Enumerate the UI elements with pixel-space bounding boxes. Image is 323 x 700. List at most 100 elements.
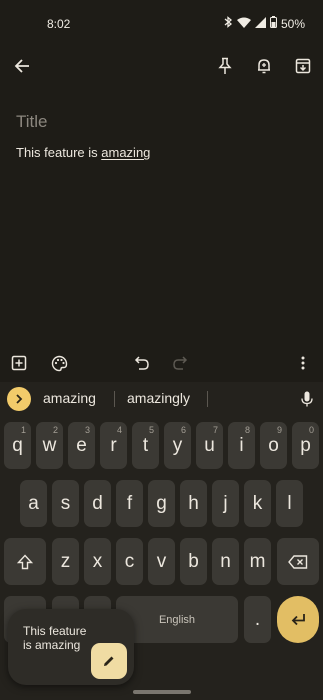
- mic-icon[interactable]: [295, 387, 319, 411]
- key-label: l: [287, 492, 292, 514]
- key-b[interactable]: b: [180, 538, 207, 585]
- chevron-right-icon[interactable]: [7, 387, 31, 411]
- key-l[interactable]: l: [276, 480, 303, 527]
- shift-key[interactable]: [4, 538, 46, 585]
- key-number-hint: 3: [84, 425, 90, 435]
- key-label: v: [156, 550, 167, 572]
- key-number-hint: 5: [148, 425, 154, 435]
- key-s[interactable]: s: [52, 480, 79, 527]
- key-o[interactable]: o9: [260, 422, 287, 469]
- key-label: x: [92, 550, 103, 572]
- key-u[interactable]: u7: [196, 422, 223, 469]
- signal-icon: [254, 15, 266, 33]
- key-number-hint: 4: [116, 425, 122, 435]
- key-t[interactable]: t5: [132, 422, 159, 469]
- key-label: k: [252, 492, 263, 514]
- key-label: m: [249, 550, 266, 572]
- floating-note-bubble[interactable]: This feature is amazing: [8, 609, 134, 685]
- key-number-hint: 2: [52, 425, 58, 435]
- keyboard-suggestion-bar: amazing amazingly: [0, 382, 323, 416]
- key-number-hint: 9: [276, 425, 282, 435]
- note-body-field[interactable]: This feature is amazing: [16, 145, 150, 160]
- battery-percent: 50%: [280, 17, 305, 31]
- key-e[interactable]: e3: [68, 422, 95, 469]
- key-label: n: [220, 550, 231, 572]
- key-label: s: [60, 492, 71, 514]
- key-label: p: [300, 434, 311, 456]
- key-label: c: [124, 550, 135, 572]
- key-i[interactable]: i8: [228, 422, 255, 469]
- spacebar-key[interactable]: English: [116, 596, 238, 643]
- period-key[interactable]: .: [244, 596, 271, 643]
- battery-icon: [269, 15, 277, 33]
- key-m[interactable]: m: [244, 538, 271, 585]
- status-bar: 8:02 50%: [0, 0, 323, 48]
- key-number-hint: 7: [212, 425, 218, 435]
- bluetooth-icon: [223, 15, 233, 33]
- key-label: i: [239, 434, 244, 456]
- bubble-text: This feature is amazing: [23, 624, 87, 652]
- archive-icon[interactable]: [291, 54, 315, 78]
- key-y[interactable]: y6: [164, 422, 191, 469]
- key-label: w: [42, 434, 57, 456]
- key-q[interactable]: q1: [4, 422, 31, 469]
- palette-icon[interactable]: [47, 351, 71, 375]
- key-p[interactable]: p0: [292, 422, 319, 469]
- enter-key[interactable]: [277, 596, 319, 643]
- key-a[interactable]: a: [20, 480, 47, 527]
- undo-icon[interactable]: [130, 351, 154, 375]
- key-g[interactable]: g: [148, 480, 175, 527]
- suggestion-divider: [114, 391, 115, 407]
- key-number-hint: 6: [180, 425, 186, 435]
- edit-pencil-icon[interactable]: [91, 643, 127, 679]
- key-number-hint: 1: [20, 425, 26, 435]
- key-label: b: [188, 550, 199, 572]
- key-k[interactable]: k: [244, 480, 271, 527]
- key-label: f: [126, 492, 133, 514]
- key-label: g: [156, 492, 167, 514]
- note-title-field[interactable]: Title: [16, 112, 48, 132]
- key-r[interactable]: r4: [100, 422, 127, 469]
- add-box-icon[interactable]: [7, 351, 31, 375]
- key-number-hint: 0: [308, 425, 314, 435]
- wifi-icon: [236, 15, 251, 33]
- key-label: u: [204, 434, 215, 456]
- editor-bottom-bar: [0, 350, 323, 376]
- key-f[interactable]: f: [116, 480, 143, 527]
- pin-icon[interactable]: [213, 54, 237, 78]
- redo-icon: [168, 351, 192, 375]
- key-label: d: [92, 492, 103, 514]
- key-label: h: [188, 492, 199, 514]
- key-w[interactable]: w2: [36, 422, 63, 469]
- key-number-hint: 8: [244, 425, 250, 435]
- key-n[interactable]: n: [212, 538, 239, 585]
- key-label: t: [142, 434, 149, 456]
- key-label: j: [223, 492, 228, 514]
- suggestion-2[interactable]: amazingly: [127, 390, 190, 406]
- key-d[interactable]: d: [84, 480, 111, 527]
- back-arrow-icon[interactable]: [10, 54, 34, 78]
- key-label: o: [268, 434, 279, 456]
- more-vert-icon[interactable]: [291, 351, 315, 375]
- suggestion-1[interactable]: amazing: [43, 390, 96, 406]
- gesture-nav-handle[interactable]: [133, 690, 191, 694]
- key-z[interactable]: z: [52, 538, 79, 585]
- key-v[interactable]: v: [148, 538, 175, 585]
- backspace-key[interactable]: [277, 538, 319, 585]
- key-label: a: [28, 492, 39, 514]
- key-label: e: [76, 434, 87, 456]
- key-h[interactable]: h: [180, 480, 207, 527]
- key-j[interactable]: j: [212, 480, 239, 527]
- note-body-text: This feature is: [16, 145, 102, 160]
- key-label: q: [12, 434, 23, 456]
- note-body-underlined-word: amazing: [101, 145, 151, 160]
- key-c[interactable]: c: [116, 538, 143, 585]
- note-toolbar: [0, 52, 323, 82]
- status-time: 8:02: [47, 17, 71, 31]
- reminder-bell-icon[interactable]: [252, 54, 276, 78]
- key-x[interactable]: x: [84, 538, 111, 585]
- suggestion-divider: [207, 391, 208, 407]
- key-label: y: [172, 434, 183, 456]
- key-label: r: [110, 434, 117, 456]
- key-label: z: [60, 550, 71, 572]
